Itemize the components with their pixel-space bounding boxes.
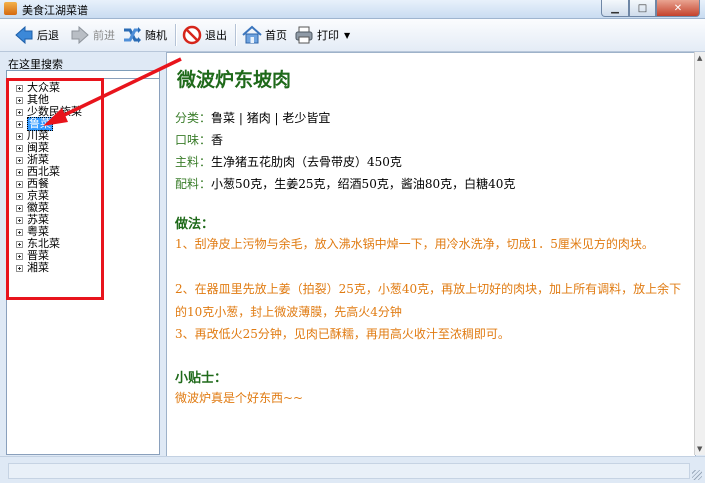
expand-plus-icon[interactable]	[16, 228, 23, 236]
expand-plus-icon[interactable]	[16, 252, 23, 260]
category-value: 鲁菜 | 猪肉 | 老少皆宜	[211, 111, 331, 125]
expand-plus-icon[interactable]	[16, 264, 23, 272]
close-icon: ✕	[673, 2, 683, 14]
expand-plus-icon[interactable]	[16, 156, 23, 164]
close-button[interactable]: ✕	[656, 0, 700, 17]
expand-plus-icon[interactable]	[16, 96, 23, 104]
home-label: 首页	[265, 29, 287, 42]
back-label: 后退	[37, 29, 59, 42]
scroll-up-icon[interactable]: ▲	[697, 54, 702, 62]
toolbar-separator	[175, 24, 177, 46]
recipe-taste: 口味：香	[175, 131, 223, 148]
expand-plus-icon[interactable]	[16, 144, 23, 152]
expand-plus-icon[interactable]	[16, 240, 23, 248]
forward-arrow-icon	[70, 25, 90, 45]
expand-plus-icon[interactable]	[16, 216, 23, 224]
aux-ingredients-value: 小葱50克，生姜25克，绍酒50克，酱油80克，白糖40克	[211, 177, 516, 191]
taste-label: 口味：	[175, 133, 212, 147]
forward-button[interactable]: 前进	[70, 23, 115, 47]
expand-plus-icon[interactable]	[16, 168, 23, 176]
exit-label: 退出	[205, 29, 227, 42]
exit-button[interactable]: 退出	[182, 23, 227, 47]
expand-plus-icon[interactable]	[16, 84, 23, 92]
minimize-icon: ▁	[611, 2, 619, 14]
method-heading: 做法：	[175, 217, 215, 232]
method-step: 1、刮净皮上污物与余毛，放入沸水锅中焯一下，用冷水洗净，切成1．5厘米见方的肉块…	[175, 237, 654, 251]
category-label: 分类：	[175, 111, 212, 125]
maximize-icon: □	[637, 2, 648, 14]
dropdown-arrow-icon[interactable]: ▼	[344, 31, 350, 40]
random-shuffle-icon	[122, 25, 142, 45]
window-title: 美食江湖菜谱	[22, 4, 88, 17]
expand-plus-icon[interactable]	[16, 120, 23, 128]
recipe-main-ingredients: 主料：生净猪五花肋肉（去骨带皮）450克	[175, 153, 402, 170]
expand-plus-icon[interactable]	[16, 108, 23, 116]
app-icon	[4, 2, 17, 15]
recipe-title: 微波炉东坡肉	[177, 69, 292, 91]
expand-plus-icon[interactable]	[16, 204, 23, 212]
status-bar	[0, 456, 705, 483]
method-step: 3、再改低火25分钟，见肉已酥糯，再用高火收汁至浓稠即可。	[175, 327, 510, 341]
recipe-category: 分类：鲁菜 | 猪肉 | 老少皆宜	[175, 109, 330, 126]
method-step: 2、在器皿里先放上姜（拍裂）25克，小葱40克，再放上切好的肉块，加上所有调料，…	[175, 282, 682, 319]
minimize-button[interactable]: ▁	[601, 0, 629, 17]
toolbar-separator	[235, 24, 237, 46]
recipe-content: 微波炉东坡肉 分类：鲁菜 | 猪肉 | 老少皆宜 口味：香 主料：生净猪五花肋肉…	[166, 52, 696, 457]
aux-ingredients-label: 配料：	[175, 177, 212, 191]
resize-grip-icon[interactable]	[692, 470, 702, 480]
main-ingredients-value: 生净猪五花肋肉（去骨带皮）450克	[211, 155, 402, 169]
back-button[interactable]: 后退	[14, 23, 59, 47]
title-bar: 美食江湖菜谱 ▁ □ ✕	[0, 0, 705, 19]
status-field	[8, 463, 690, 479]
content-scrollbar[interactable]: ▲ ▼	[694, 52, 705, 455]
expand-plus-icon[interactable]	[16, 192, 23, 200]
maximize-button[interactable]: □	[629, 0, 656, 17]
recipe-aux-ingredients: 配料：小葱50克，生姜25克，绍酒50克，酱油80克，白糖40克	[175, 175, 515, 192]
print-button[interactable]: 打印 ▼	[294, 23, 350, 47]
tips-text: 微波炉真是个好东西~~	[175, 391, 304, 405]
printer-icon	[294, 25, 314, 45]
window-controls: ▁ □ ✕	[601, 0, 700, 17]
no-entry-icon	[182, 25, 202, 45]
print-label: 打印	[317, 29, 339, 42]
random-button[interactable]: 随机	[122, 23, 167, 47]
home-button[interactable]: 首页	[242, 23, 287, 47]
random-label: 随机	[145, 29, 167, 42]
taste-value: 香	[211, 133, 224, 147]
home-icon	[242, 25, 262, 45]
forward-label: 前进	[93, 29, 115, 42]
category-tree: 大众菜 其他 少数民族菜 鲁菜 川菜 闽菜 浙菜 西北菜 西餐 京菜 徽菜 苏菜 粤菜 东北菜 晋菜 湘菜	[6, 78, 160, 455]
expand-plus-icon[interactable]	[16, 180, 23, 188]
tree-item[interactable]: 湘菜	[16, 262, 49, 274]
tree-item-label: 湘菜	[27, 261, 49, 274]
main-ingredients-label: 主料：	[175, 155, 212, 169]
scroll-down-icon[interactable]: ▼	[697, 445, 702, 453]
back-arrow-icon	[14, 25, 34, 45]
toolbar: 后退 前进 随机 退出 首页 打印 ▼	[0, 19, 705, 52]
expand-plus-icon[interactable]	[16, 132, 23, 140]
tips-heading: 小贴士：	[175, 371, 228, 386]
